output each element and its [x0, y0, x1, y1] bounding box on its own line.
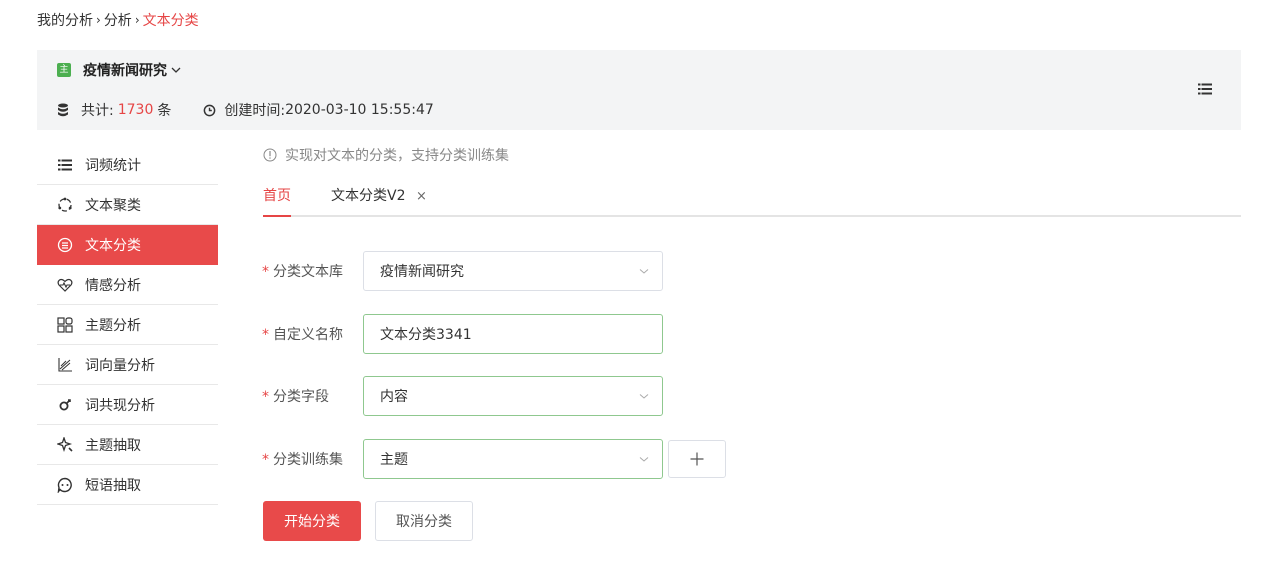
total-label: 共计:	[81, 103, 114, 119]
close-icon[interactable]: ×	[416, 189, 427, 204]
training-set-select[interactable]: 主题	[363, 439, 663, 479]
custom-name-input[interactable]: 文本分类3341	[363, 314, 663, 354]
sidebar-item-text-classification[interactable]: 文本分类	[37, 225, 218, 265]
chevron-down-icon	[639, 457, 649, 462]
breadcrumb-item-analysis[interactable]: 分析	[104, 10, 132, 30]
total-unit: 条	[157, 103, 172, 119]
sidebar-item-word-frequency[interactable]: 词频统计	[37, 145, 218, 185]
list-icon[interactable]	[1198, 82, 1212, 96]
chevron-down-icon[interactable]	[170, 64, 182, 76]
breadcrumb-item-my-analysis[interactable]: 我的分析	[37, 10, 93, 30]
chat-icon	[57, 477, 73, 493]
form-row-custom-name: * 自定义名称 文本分类3341	[262, 314, 663, 354]
sidebar-item-label: 词向量分析	[85, 357, 155, 374]
classify-field-select[interactable]: 内容	[363, 376, 663, 416]
custom-name-value: 文本分类3341	[380, 327, 472, 343]
add-training-set-button[interactable]	[668, 440, 726, 478]
sidebar-item-topic-analysis[interactable]: 主题分析	[37, 305, 218, 345]
classify-field-value: 内容	[380, 389, 408, 405]
sidebar-item-label: 主题分析	[85, 317, 141, 334]
project-badge-icon: 主	[57, 63, 71, 77]
chevron-right-icon: ›	[96, 13, 101, 27]
sidebar-item-phrase-extraction[interactable]: 短语抽取	[37, 465, 218, 505]
required-mark: *	[262, 452, 269, 468]
training-set-value: 主题	[380, 452, 408, 468]
project-selector[interactable]: 主 疫情新闻研究	[57, 60, 182, 80]
corpus-label: * 分类文本库	[262, 264, 343, 280]
tab-home[interactable]: 首页	[263, 180, 291, 217]
sidebar-item-label: 主题抽取	[85, 437, 141, 454]
project-meta: 共计: 1730 条 创建时间: 2020-03-10 15:55:47	[57, 100, 434, 120]
sidebar-item-label: 文本分类	[85, 237, 141, 254]
link-icon	[57, 397, 73, 413]
sidebar-item-label: 情感分析	[85, 277, 141, 294]
created-time: 2020-03-10 15:55:47	[285, 102, 434, 118]
sidebar-item-word-vector[interactable]: 词向量分析	[37, 345, 218, 385]
required-mark: *	[262, 264, 269, 280]
corpus-select[interactable]: 疫情新闻研究	[363, 251, 663, 291]
created-label: 创建时间:	[224, 103, 286, 119]
corpus-select-value: 疫情新闻研究	[380, 264, 464, 280]
sparkle-icon	[57, 436, 73, 453]
sidebar-item-text-clustering[interactable]: 文本聚类	[37, 185, 218, 225]
training-set-label: * 分类训练集	[262, 452, 343, 468]
chevron-down-icon	[639, 269, 649, 274]
breadcrumb: 我的分析 › 分析 › 文本分类	[37, 10, 199, 30]
info-icon	[263, 148, 277, 162]
custom-name-label: * 自定义名称	[262, 327, 343, 343]
tab-bar: 首页 文本分类V2 ×	[263, 180, 1241, 217]
sidebar-item-label: 词共现分析	[85, 397, 155, 414]
sidebar-item-cooccurrence[interactable]: 词共现分析	[37, 385, 218, 425]
chevron-right-icon: ›	[134, 13, 140, 27]
start-classification-button[interactable]: 开始分类	[263, 501, 361, 541]
heart-pulse-icon	[57, 277, 73, 293]
classify-icon	[57, 237, 73, 253]
sidebar-item-label: 短语抽取	[85, 477, 141, 494]
tab-text-classification-v2[interactable]: 文本分类V2 ×	[331, 180, 427, 215]
form-row-field: * 分类字段 内容	[262, 376, 663, 416]
sidebar: 词频统计 文本聚类 文本分类 情感分析 主题分析 词向量分析 词共现分析 主题抽…	[37, 145, 218, 505]
required-mark: *	[262, 327, 269, 343]
clock-icon	[204, 104, 216, 116]
tab-label: 文本分类V2	[331, 188, 406, 204]
vector-chart-icon	[57, 357, 73, 373]
breadcrumb-current: 文本分类	[142, 13, 199, 29]
cluster-icon	[57, 197, 73, 213]
classify-field-label: * 分类字段	[262, 389, 329, 405]
project-name[interactable]: 疫情新闻研究	[83, 60, 167, 80]
tip-text: 实现对文本的分类，支持分类训练集	[285, 148, 509, 164]
sidebar-item-sentiment-analysis[interactable]: 情感分析	[37, 265, 218, 305]
form-row-corpus: * 分类文本库 疫情新闻研究	[262, 251, 663, 291]
project-header: 主 疫情新闻研究 共计: 1730 条 创建时间: 2020-03-10 15:…	[37, 50, 1241, 130]
sidebar-item-topic-extraction[interactable]: 主题抽取	[37, 425, 218, 465]
list-icon	[57, 157, 73, 173]
chevron-down-icon	[639, 394, 649, 399]
grid-icon	[57, 316, 73, 333]
cancel-classification-button[interactable]: 取消分类	[375, 501, 473, 541]
plus-icon	[690, 452, 704, 466]
sidebar-item-label: 词频统计	[85, 157, 141, 174]
total-count: 1730	[117, 102, 154, 118]
sidebar-item-label: 文本聚类	[85, 197, 141, 214]
database-icon	[58, 103, 68, 117]
feature-tip: 实现对文本的分类，支持分类训练集	[263, 145, 509, 165]
form-row-training-set: * 分类训练集 主题	[262, 439, 726, 479]
required-mark: *	[262, 389, 269, 405]
